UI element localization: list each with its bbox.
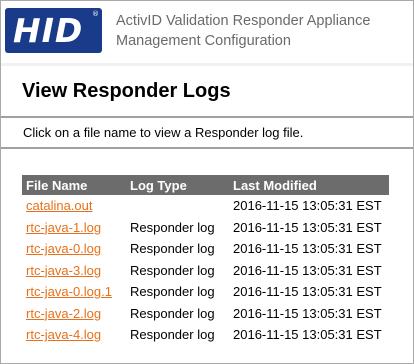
log-type-cell [126,195,229,217]
last-modified-cell: 2016-11-15 13:05:31 EST [233,262,382,278]
header-divider [1,63,413,66]
last-modified-cell: 2016-11-15 13:05:31 EST [233,241,382,257]
app-title-line-2: Management Configuration [116,33,291,49]
log-file-link[interactable]: rtc-java-3.log [26,263,101,278]
table-row: catalina.out 2016-11-15 13:05:31 EST [22,195,389,217]
app-frame: HID ® ActivID Validation Responder Appli… [0,0,414,364]
app-title-line-1: ActivID Validation Responder Appliance [116,13,371,29]
table-row: rtc-java-1.log Responder log 2016-11-15 … [22,217,389,239]
log-type-cell: Responder log [130,219,215,235]
column-header-log-type: Log Type [126,175,229,195]
page-title: View Responder Logs [22,80,231,102]
table-row: rtc-java-4.log Responder log 2016-11-15 … [22,324,389,346]
table-row: rtc-java-0.log Responder log 2016-11-15 … [22,238,389,260]
table-row: rtc-java-0.log.1 Responder log 2016-11-1… [22,281,389,303]
log-file-link[interactable]: rtc-java-1.log [26,220,101,235]
last-modified-cell: 2016-11-15 13:05:31 EST [233,219,382,235]
last-modified-cell: 2016-11-15 13:05:31 EST [233,305,382,321]
log-type-cell: Responder log [130,262,215,278]
log-type-cell: Responder log [130,327,215,343]
log-file-link[interactable]: rtc-java-0.log.1 [26,284,112,299]
last-modified-cell: 2016-11-15 13:05:31 EST [233,284,382,300]
log-type-cell: Responder log [130,284,215,300]
log-type-cell: Responder log [130,305,215,321]
table-row: rtc-java-3.log Responder log 2016-11-15 … [22,260,389,282]
column-header-last-modified: Last Modified [229,175,389,195]
registered-mark: ® [92,10,99,18]
table-header-row: File Name Log Type Last Modified [22,175,389,195]
app-title: ActivID Validation Responder Appliance M… [116,11,411,51]
log-type-cell: Responder log [130,241,215,257]
log-file-link[interactable]: rtc-java-4.log [26,327,101,342]
instructions-text: Click on a file name to view a Responder… [23,125,304,140]
last-modified-cell: 2016-11-15 13:05:31 EST [233,198,382,214]
logs-table: File Name Log Type Last Modified catalin… [22,175,389,346]
title-divider [1,116,413,118]
log-file-link[interactable]: rtc-java-2.log [26,306,101,321]
column-header-file-name: File Name [22,175,126,195]
app-header: HID ® ActivID Validation Responder Appli… [1,1,413,66]
logo-text: HID [13,11,84,50]
last-modified-cell: 2016-11-15 13:05:31 EST [233,327,382,343]
log-file-link[interactable]: catalina.out [26,198,93,213]
log-file-link[interactable]: rtc-java-0.log [26,241,101,256]
hid-logo: HID ® [5,8,102,53]
table-row: rtc-java-2.log Responder log 2016-11-15 … [22,303,389,325]
instructions-divider [1,147,413,149]
